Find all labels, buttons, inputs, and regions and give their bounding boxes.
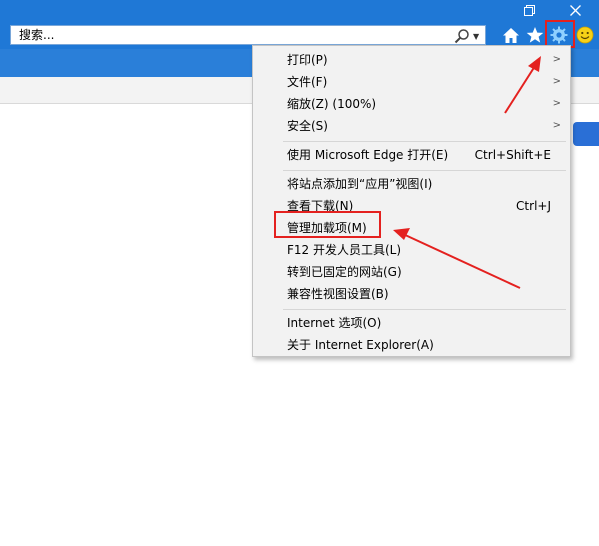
arrow-to-addons-line xyxy=(402,233,521,289)
arrow-to-gear-head xyxy=(528,56,541,72)
arrow-to-gear-line xyxy=(504,65,536,114)
annotation-arrows xyxy=(393,56,541,289)
arrow-to-addons-head xyxy=(393,228,410,240)
